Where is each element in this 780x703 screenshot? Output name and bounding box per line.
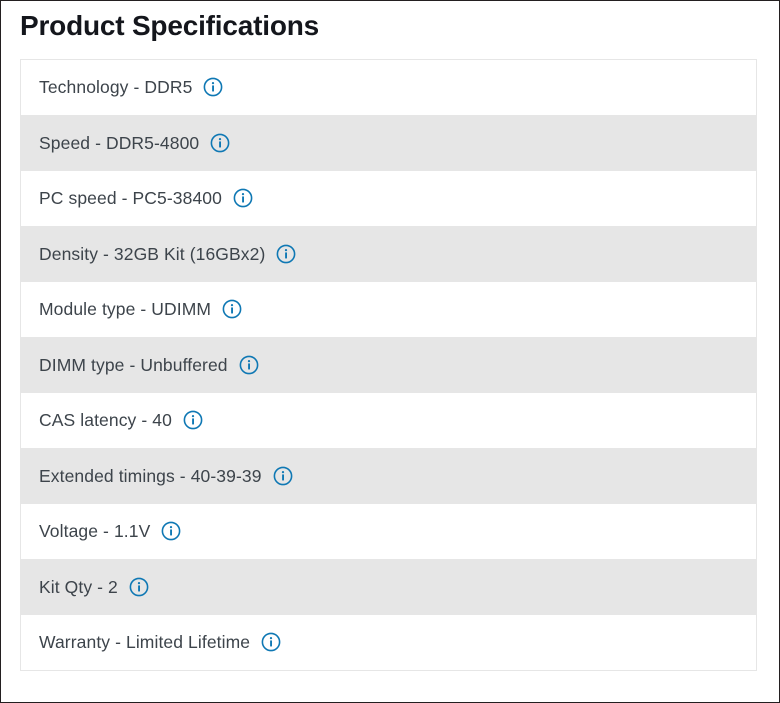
product-specifications-table: Technology - DDR5 Speed - DDR5-4800 PC spe… xyxy=(20,59,757,671)
info-icon[interactable] xyxy=(276,244,296,264)
table-row: PC speed - PC5-38400 xyxy=(21,171,756,227)
spec-label: CAS latency - 40 xyxy=(39,410,172,431)
table-row: DIMM type - Unbuffered xyxy=(21,337,756,393)
info-icon[interactable] xyxy=(129,577,149,597)
info-icon[interactable] xyxy=(273,466,293,486)
spec-label: Technology - DDR5 xyxy=(39,77,193,98)
info-icon[interactable] xyxy=(203,77,223,97)
table-row: Extended timings - 40-39-39 xyxy=(21,448,756,504)
info-icon[interactable] xyxy=(233,188,253,208)
spec-label: Extended timings - 40-39-39 xyxy=(39,465,262,486)
info-icon[interactable] xyxy=(210,133,230,153)
spec-label: Density - 32GB Kit (16GBx2) xyxy=(39,243,266,264)
info-icon[interactable] xyxy=(183,410,203,430)
table-row: Warranty - Limited Lifetime xyxy=(21,615,756,671)
info-icon[interactable] xyxy=(161,521,181,541)
page-content: Product Specifications Technology - DDR5… xyxy=(9,1,771,697)
spec-label: Warranty - Limited Lifetime xyxy=(39,632,251,653)
info-icon[interactable] xyxy=(239,355,259,375)
table-row: Speed - DDR5-4800 xyxy=(21,115,756,171)
table-row: Density - 32GB Kit (16GBx2) xyxy=(21,226,756,282)
info-icon[interactable] xyxy=(261,632,281,652)
spec-label: Speed - DDR5-4800 xyxy=(39,132,200,153)
table-row: Technology - DDR5 xyxy=(21,60,756,116)
info-icon[interactable] xyxy=(222,299,242,319)
spec-label: Voltage - 1.1V xyxy=(39,521,151,542)
spec-label: Module type - UDIMM xyxy=(39,299,212,320)
page-title: Product Specifications xyxy=(20,10,319,41)
spec-label: DIMM type - Unbuffered xyxy=(39,354,228,375)
spec-label: Kit Qty - 2 xyxy=(39,576,118,597)
page-frame: Product Specifications Technology - DDR5… xyxy=(0,0,780,703)
spec-label: PC speed - PC5-38400 xyxy=(39,188,222,209)
table-row: Kit Qty - 2 xyxy=(21,559,756,615)
table-row: CAS latency - 40 xyxy=(21,393,756,449)
table-row: Voltage - 1.1V xyxy=(21,504,756,560)
table-row: Module type - UDIMM xyxy=(21,282,756,338)
